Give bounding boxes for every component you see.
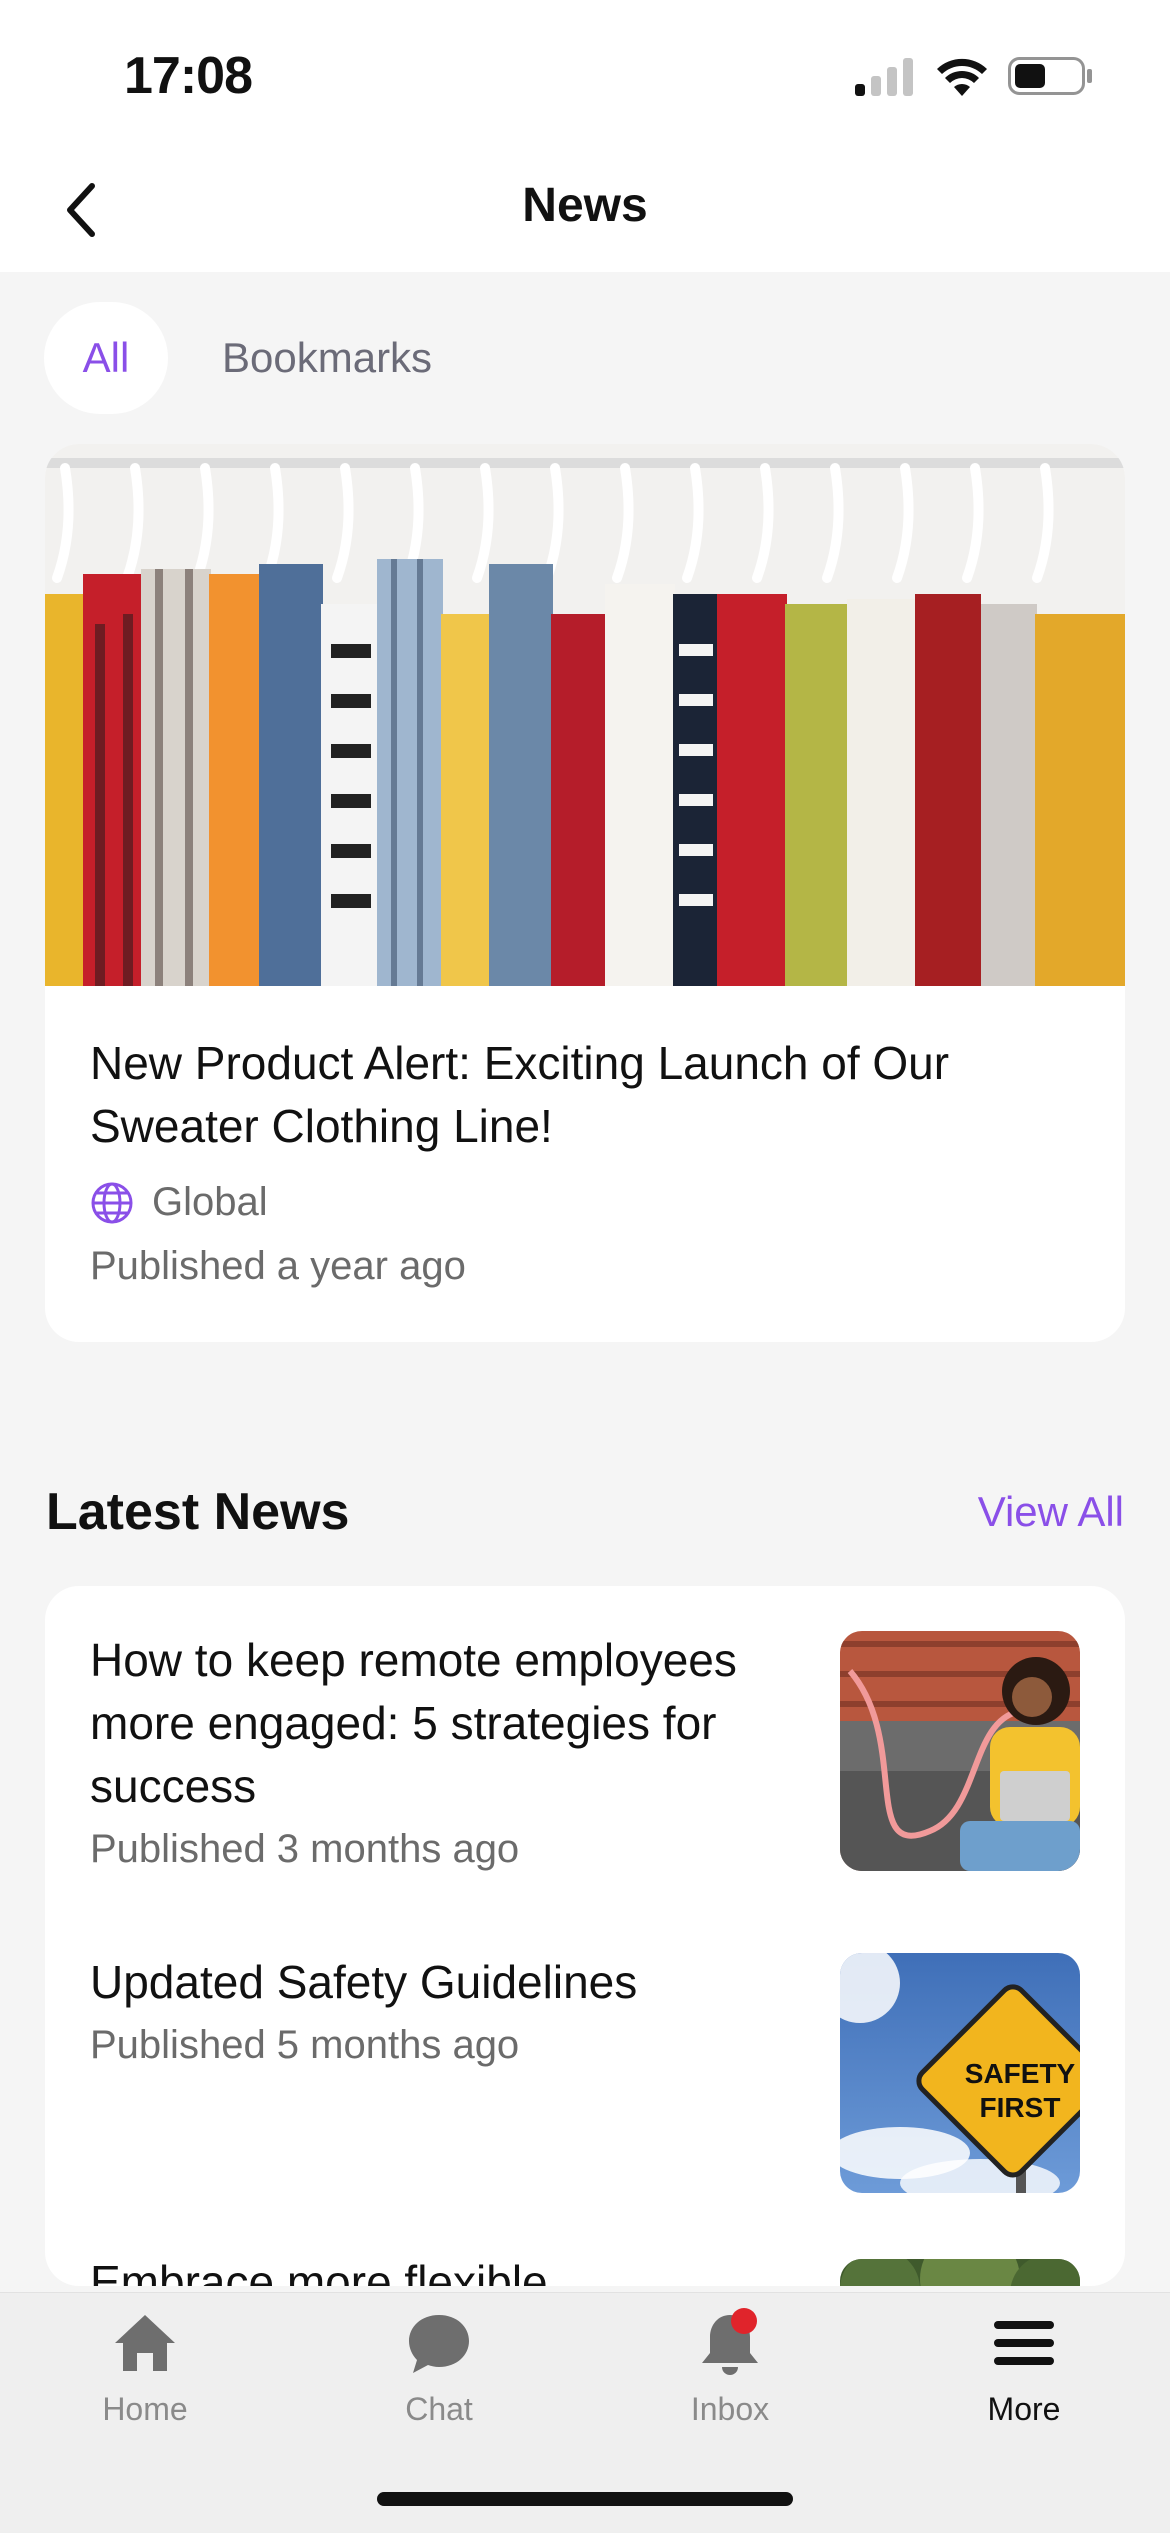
page-title: News (522, 179, 648, 232)
notification-badge (731, 2308, 757, 2334)
globe-icon (91, 1182, 133, 1223)
home-icon (115, 2315, 175, 2371)
news-published: Published 5 months ago (90, 2023, 520, 2067)
view-all-link[interactable]: View All (978, 1488, 1124, 1536)
tab-label: Chat (405, 2391, 473, 2427)
featured-title: New Product Alert: Exciting Launch of Ou… (90, 1037, 950, 1152)
news-title: How to keep remote employees more engage… (90, 1634, 737, 1812)
list-item[interactable]: Updated Safety Guidelines Published 5 mo… (45, 1906, 1125, 2226)
news-published: Published 3 months ago (90, 1827, 520, 1871)
status-time: 17:08 (124, 47, 253, 105)
nav-bar: News (0, 150, 1170, 272)
tab-chat[interactable]: Chat (339, 2307, 539, 2457)
featured-article-card[interactable]: New Product Alert: Exciting Launch of Ou… (45, 444, 1125, 1342)
sign-text-line2: FIRST (980, 2092, 1061, 2123)
tab-more[interactable]: More (924, 2307, 1124, 2457)
section-title-latest-news: Latest News (46, 1483, 350, 1541)
sign-text-line1: SAFETY (965, 2058, 1076, 2089)
latest-news-list: How to keep remote employees more engage… (45, 1586, 1125, 2286)
tab-all[interactable]: All (44, 302, 168, 414)
tab-label: More (987, 2391, 1061, 2427)
bell-icon (702, 2308, 758, 2375)
featured-audience: Global (90, 1180, 268, 1225)
tab-label: Inbox (690, 2391, 770, 2427)
list-item[interactable]: Embrace more flexible (45, 2226, 1125, 2286)
safety-first-sign-thumbnail: SAFETY FIRST (840, 1953, 1080, 2193)
news-title: Updated Safety Guidelines (90, 1956, 638, 2008)
status-bar: 17:08 (0, 0, 1170, 150)
battery-icon (1008, 57, 1092, 95)
list-item[interactable]: How to keep remote employees more engage… (45, 1586, 1125, 1906)
home-indicator (377, 2492, 793, 2506)
tab-label: Home (102, 2391, 188, 2427)
featured-published: Published a year ago (90, 1244, 466, 1288)
wifi-icon (937, 58, 987, 96)
chat-icon (409, 2315, 469, 2373)
audience-label: Global (152, 1180, 268, 1224)
signal-icon (855, 58, 913, 96)
tab-home[interactable]: Home (45, 2307, 245, 2457)
news-title: Embrace more flexible (90, 2256, 548, 2286)
filter-tabs: All Bookmarks (44, 302, 446, 414)
clothing-rack-image (45, 444, 1125, 986)
remote-work-thumbnail (840, 1631, 1080, 1871)
tab-inbox[interactable]: Inbox (630, 2307, 830, 2457)
menu-icon (994, 2321, 1054, 2365)
tab-bookmarks[interactable]: Bookmarks (208, 334, 446, 382)
trees-thumbnail (840, 2259, 1080, 2286)
